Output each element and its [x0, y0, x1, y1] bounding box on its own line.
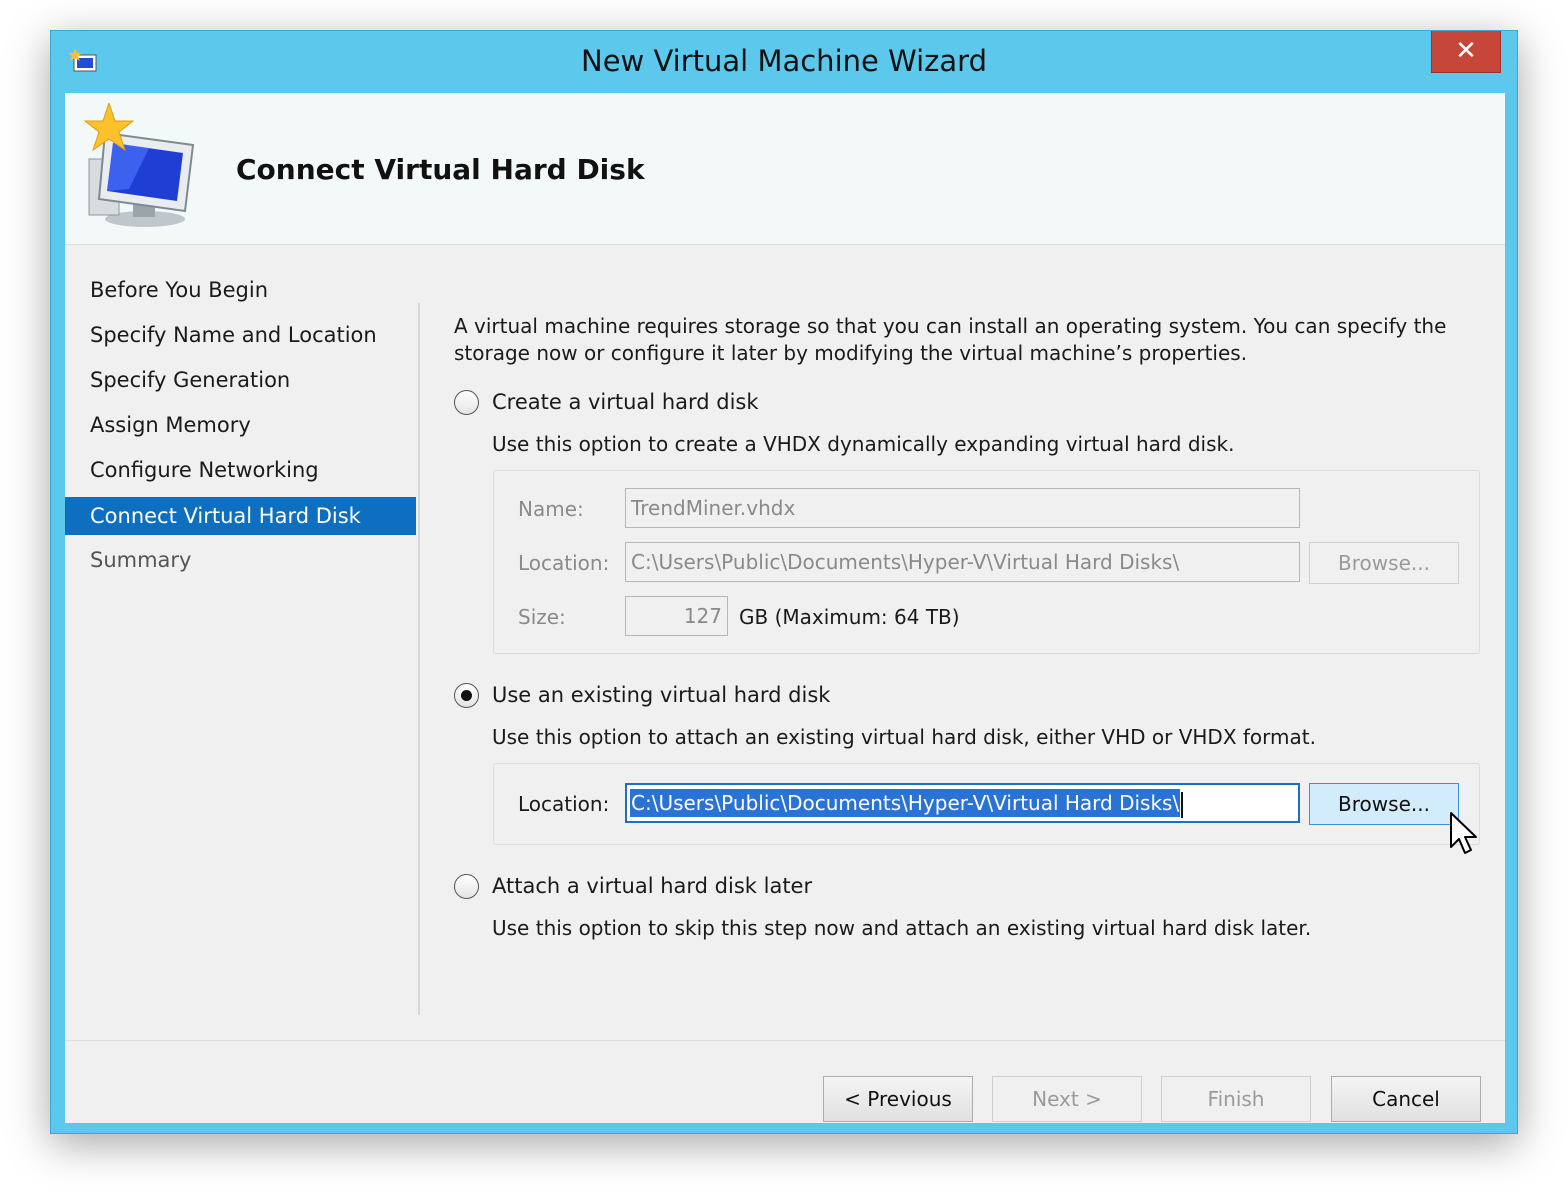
mouse-pointer-icon: [1450, 812, 1477, 854]
close-button[interactable]: ✕: [1431, 31, 1501, 73]
name-label: Name:: [518, 497, 584, 521]
size-label: Size:: [518, 605, 566, 629]
create-vhd-group: Name: TrendMiner.vhdx Location: C:\Users…: [493, 470, 1480, 654]
attach-later-radio[interactable]: [454, 874, 479, 899]
create-browse-button[interactable]: Browse...: [1309, 542, 1459, 584]
window-title: New Virtual Machine Wizard: [581, 44, 987, 78]
title-bar[interactable]: New Virtual Machine Wizard ✕: [51, 31, 1517, 93]
cancel-button[interactable]: Cancel: [1331, 1076, 1481, 1122]
existing-vhd-group: Location: C:\Users\Public\Documents\Hype…: [493, 763, 1480, 845]
wizard-client-area: Connect Virtual Hard Disk Before You Beg…: [65, 93, 1505, 1123]
attach-later-description: Use this option to skip this step now an…: [492, 916, 1312, 940]
next-button[interactable]: Next >: [992, 1076, 1142, 1122]
size-unit-text: GB (Maximum: 64 TB): [739, 605, 960, 629]
create-location-label: Location:: [518, 551, 610, 575]
create-location-input[interactable]: C:\Users\Public\Documents\Hyper-V\Virtua…: [625, 542, 1300, 582]
finish-button[interactable]: Finish: [1161, 1076, 1311, 1122]
existing-vhd-label[interactable]: Use an existing virtual hard disk: [492, 683, 830, 707]
attach-later-label[interactable]: Attach a virtual hard disk later: [492, 874, 812, 898]
create-vhd-radio[interactable]: [454, 390, 479, 415]
existing-location-label: Location:: [518, 792, 610, 816]
content-panel: A virtual machine requires storage so th…: [65, 93, 1505, 1123]
existing-browse-button[interactable]: Browse...: [1309, 783, 1459, 825]
intro-text: A virtual machine requires storage so th…: [454, 314, 1447, 365]
existing-vhd-radio[interactable]: [454, 683, 479, 708]
size-input[interactable]: 127: [625, 596, 728, 636]
previous-button[interactable]: < Previous: [823, 1076, 973, 1122]
existing-location-input[interactable]: C:\Users\Public\Documents\Hyper-V\Virtua…: [625, 783, 1300, 823]
selected-path-text: C:\Users\Public\Documents\Hyper-V\Virtua…: [630, 789, 1181, 817]
create-vhd-description: Use this option to create a VHDX dynamic…: [492, 432, 1235, 456]
create-vhd-label[interactable]: Create a virtual hard disk: [492, 390, 759, 414]
text-caret: [1181, 791, 1184, 818]
name-input[interactable]: TrendMiner.vhdx: [625, 488, 1300, 528]
existing-vhd-description: Use this option to attach an existing vi…: [492, 725, 1316, 749]
footer-divider: [65, 1040, 1505, 1041]
wizard-window: New Virtual Machine Wizard ✕ Connect Vir…: [50, 30, 1518, 1134]
